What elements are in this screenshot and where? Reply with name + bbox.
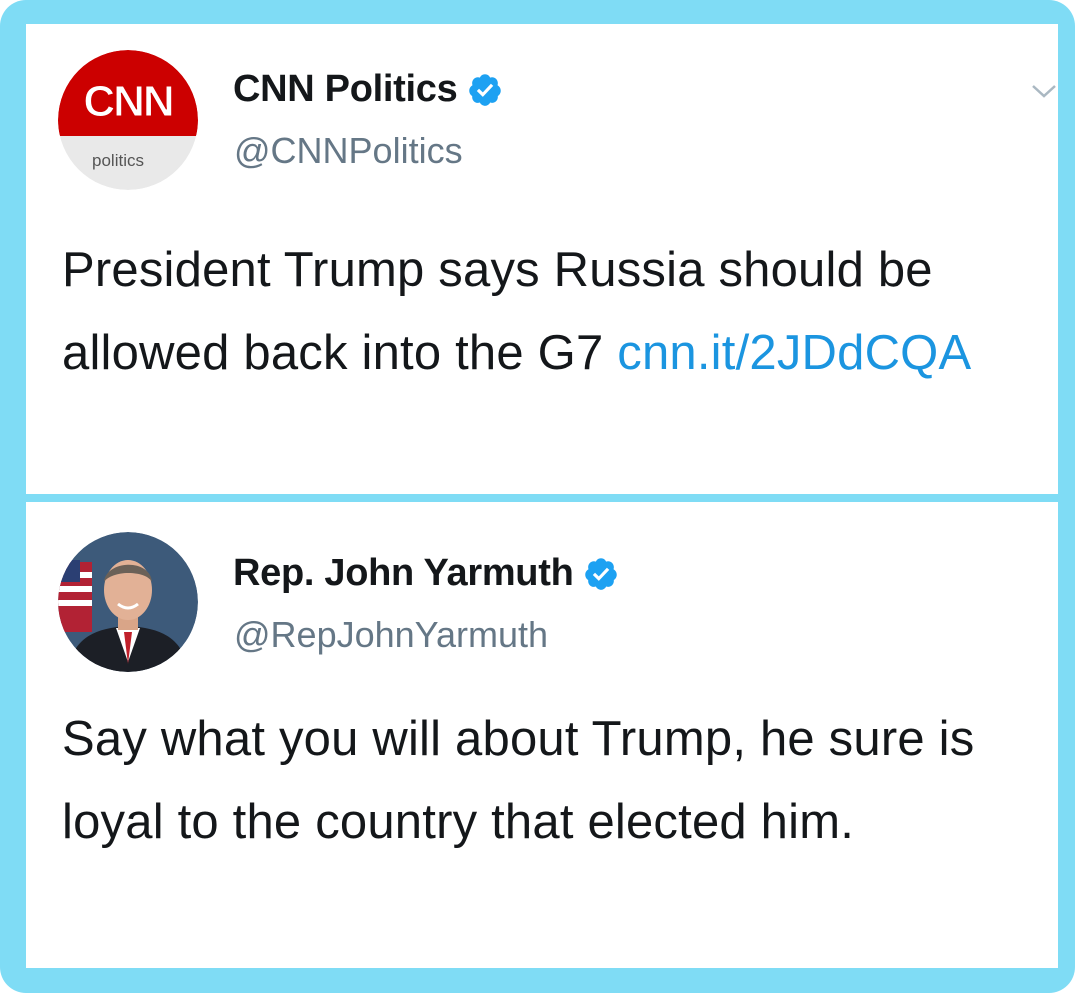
display-name[interactable]: CNN Politics xyxy=(233,68,458,111)
screenshot-frame: CNN politics CNN Politics @CNNPolitics P… xyxy=(0,0,1075,993)
tweet-link[interactable]: cnn.it/2JDdCQA xyxy=(617,326,971,380)
cnn-logo-text: CNN xyxy=(83,77,172,126)
tweet-text: President Trump says Russia should be al… xyxy=(62,229,1042,395)
verified-badge-icon xyxy=(467,72,503,108)
tweet-card-cnn[interactable]: CNN politics CNN Politics @CNNPolitics P… xyxy=(26,24,1058,494)
author-row: CNN Politics xyxy=(233,68,503,111)
chevron-down-icon[interactable] xyxy=(1030,80,1058,102)
tweet-body: Say what you will about Trump, he sure i… xyxy=(62,712,975,849)
display-name[interactable]: Rep. John Yarmuth xyxy=(233,552,574,595)
user-handle[interactable]: @RepJohnYarmuth xyxy=(234,614,548,656)
avatar[interactable]: CNN politics xyxy=(58,50,198,190)
politics-logo-text: politics xyxy=(92,151,144,170)
avatar[interactable] xyxy=(58,532,198,672)
user-handle[interactable]: @CNNPolitics xyxy=(234,130,463,172)
tweet-text: Say what you will about Trump, he sure i… xyxy=(62,698,1042,864)
verified-badge-icon xyxy=(583,556,619,592)
cnn-politics-logo-icon: CNN politics xyxy=(58,50,198,190)
tweet-card-yarmuth[interactable]: Rep. John Yarmuth @RepJohnYarmuth Say wh… xyxy=(26,502,1058,968)
user-photo-icon xyxy=(58,532,198,672)
author-row: Rep. John Yarmuth xyxy=(233,552,619,595)
